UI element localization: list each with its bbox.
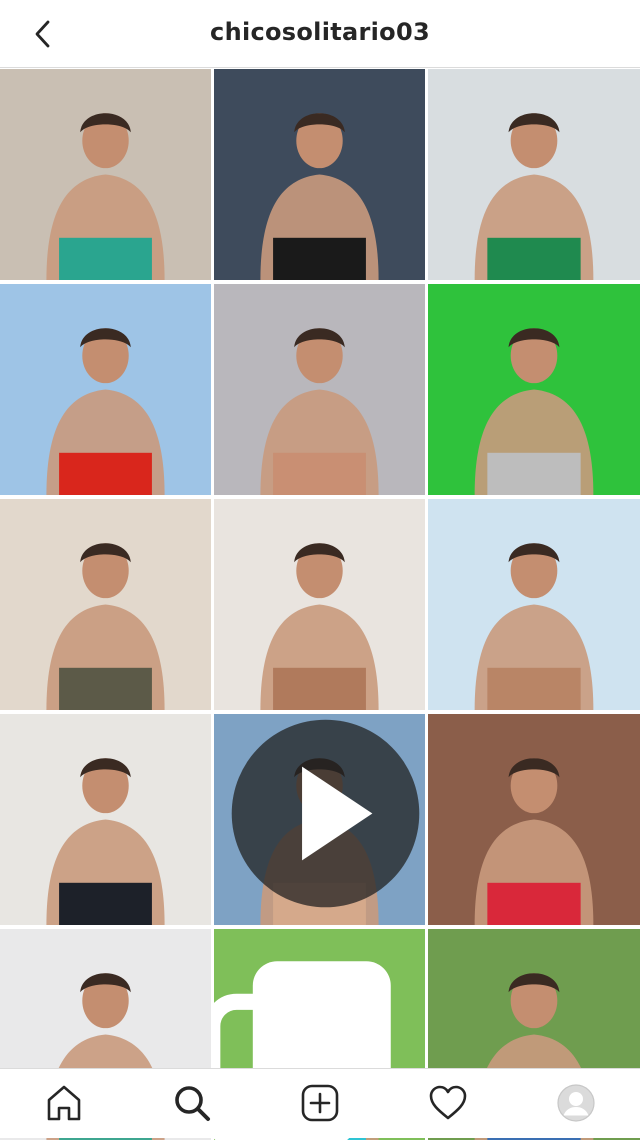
grid-post-4[interactable] (0, 284, 211, 495)
post-thumbnail (214, 284, 425, 495)
post-thumbnail (428, 284, 640, 495)
search-icon (175, 1086, 210, 1121)
grid-post-10[interactable] (0, 714, 211, 925)
tab-activity[interactable] (426, 1081, 470, 1125)
post-thumbnail (0, 499, 211, 710)
post-thumbnail (0, 714, 211, 925)
grid-post-6[interactable] (428, 284, 640, 495)
profile-avatar-icon (557, 1084, 595, 1122)
grid-post-8[interactable] (214, 499, 425, 710)
tab-new-post[interactable] (298, 1081, 342, 1125)
grid-post-12[interactable] (428, 714, 640, 925)
post-thumbnail (0, 284, 211, 495)
grid-post-11[interactable] (214, 714, 425, 925)
post-thumbnail (214, 499, 425, 710)
tab-home[interactable] (42, 1081, 86, 1125)
home-icon (47, 1085, 81, 1121)
bottom-tab-bar (0, 1068, 640, 1138)
tab-profile[interactable] (554, 1081, 598, 1125)
new-post-icon (301, 1084, 339, 1122)
grid-post-1[interactable] (0, 69, 211, 280)
video-indicator-icon (231, 719, 420, 908)
post-thumbnail (428, 69, 640, 280)
post-thumbnail (428, 714, 640, 925)
grid-post-5[interactable] (214, 284, 425, 495)
activity-heart-icon (429, 1085, 467, 1120)
grid-post-7[interactable] (0, 499, 211, 710)
profile-username-title: chicosolitario03 (210, 18, 430, 46)
grid-post-9[interactable] (428, 499, 640, 710)
grid-post-2[interactable] (214, 69, 425, 280)
grid-post-3[interactable] (428, 69, 640, 280)
post-thumbnail (0, 69, 211, 280)
tab-search[interactable] (170, 1081, 214, 1125)
post-thumbnail (428, 499, 640, 710)
explore-posts-grid (0, 69, 640, 1140)
post-thumbnail (214, 69, 425, 280)
top-navigation-bar: chicosolitario03 (0, 0, 640, 68)
